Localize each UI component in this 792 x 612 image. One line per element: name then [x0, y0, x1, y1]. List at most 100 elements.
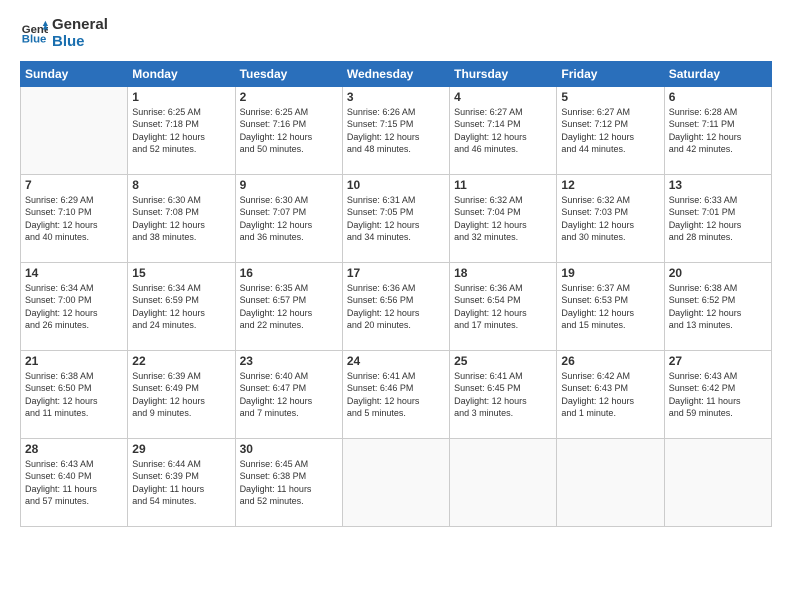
day-number: 29 — [132, 442, 230, 456]
day-info: Sunrise: 6:44 AM Sunset: 6:39 PM Dayligh… — [132, 458, 230, 508]
day-info: Sunrise: 6:29 AM Sunset: 7:10 PM Dayligh… — [25, 194, 123, 244]
calendar-cell: 14 Sunrise: 6:34 AM Sunset: 7:00 PM Dayli… — [21, 262, 128, 350]
calendar-cell: 27Sunrise: 6:43 AM Sunset: 6:42 PM Dayli… — [664, 350, 771, 438]
week-row-4: 28 Sunrise: 6:43 AM Sunset: 6:40 PM Dayli… — [21, 438, 772, 526]
calendar-cell: 23 Sunrise: 6:40 AM Sunset: 6:47 PM Dayli… — [235, 350, 342, 438]
day-info: Sunrise: 6:38 AM Sunset: 6:52 PM Dayligh… — [669, 282, 767, 332]
day-number: 21 — [25, 354, 123, 368]
day-number: 3 — [347, 90, 445, 104]
day-number: 5 — [561, 90, 659, 104]
day-info: Sunrise: 6:38 AM Sunset: 6:50 PM Dayligh… — [25, 370, 123, 420]
day-number: 25 — [454, 354, 552, 368]
day-number: 28 — [25, 442, 123, 456]
day-info: Sunrise: 6:41 AM Sunset: 6:46 PM Dayligh… — [347, 370, 445, 420]
day-info: Sunrise: 6:36 AM Sunset: 6:56 PM Dayligh… — [347, 282, 445, 332]
calendar-cell: 7Sunrise: 6:29 AM Sunset: 7:10 PM Daylig… — [21, 174, 128, 262]
day-info: Sunrise: 6:27 AM Sunset: 7:12 PM Dayligh… — [561, 106, 659, 156]
day-info: Sunrise: 6:43 AM Sunset: 6:40 PM Dayligh… — [25, 458, 123, 508]
calendar-cell: 22Sunrise: 6:39 AM Sunset: 6:49 PM Dayli… — [128, 350, 235, 438]
calendar-cell: 2 Sunrise: 6:25 AM Sunset: 7:16 PM Daylig… — [235, 86, 342, 174]
calendar-cell: 18 Sunrise: 6:36 AM Sunset: 6:54 PM Dayli… — [450, 262, 557, 350]
day-number: 23 — [240, 354, 338, 368]
day-number: 14 — [25, 266, 123, 280]
week-row-2: 14 Sunrise: 6:34 AM Sunset: 7:00 PM Dayli… — [21, 262, 772, 350]
day-number: 8 — [132, 178, 230, 192]
calendar-cell: 29 Sunrise: 6:44 AM Sunset: 6:39 PM Dayli… — [128, 438, 235, 526]
week-row-1: 7Sunrise: 6:29 AM Sunset: 7:10 PM Daylig… — [21, 174, 772, 262]
calendar-cell: 15 Sunrise: 6:34 AM Sunset: 6:59 PM Dayli… — [128, 262, 235, 350]
calendar-cell: 17 Sunrise: 6:36 AM Sunset: 6:56 PM Dayli… — [342, 262, 449, 350]
day-info: Sunrise: 6:30 AM Sunset: 7:08 PM Dayligh… — [132, 194, 230, 244]
weekday-header-friday: Friday — [557, 61, 664, 86]
day-info: Sunrise: 6:37 AM Sunset: 6:53 PM Dayligh… — [561, 282, 659, 332]
calendar-cell: 11 Sunrise: 6:32 AM Sunset: 7:04 PM Dayli… — [450, 174, 557, 262]
week-row-3: 21 Sunrise: 6:38 AM Sunset: 6:50 PM Dayli… — [21, 350, 772, 438]
calendar-cell: 13Sunrise: 6:33 AM Sunset: 7:01 PM Dayli… — [664, 174, 771, 262]
calendar-cell: 1 Sunrise: 6:25 AM Sunset: 7:18 PM Daylig… — [128, 86, 235, 174]
calendar-cell: 4 Sunrise: 6:27 AM Sunset: 7:14 PM Daylig… — [450, 86, 557, 174]
logo-general: General — [52, 16, 108, 33]
day-info: Sunrise: 6:30 AM Sunset: 7:07 PM Dayligh… — [240, 194, 338, 244]
logo-blue: Blue — [52, 33, 108, 50]
day-info: Sunrise: 6:26 AM Sunset: 7:15 PM Dayligh… — [347, 106, 445, 156]
weekday-header-tuesday: Tuesday — [235, 61, 342, 86]
calendar-cell: 25 Sunrise: 6:41 AM Sunset: 6:45 PM Dayli… — [450, 350, 557, 438]
day-info: Sunrise: 6:25 AM Sunset: 7:18 PM Dayligh… — [132, 106, 230, 156]
day-info: Sunrise: 6:43 AM Sunset: 6:42 PM Dayligh… — [669, 370, 767, 420]
day-info: Sunrise: 6:27 AM Sunset: 7:14 PM Dayligh… — [454, 106, 552, 156]
weekday-header-monday: Monday — [128, 61, 235, 86]
calendar-cell: 6 Sunrise: 6:28 AM Sunset: 7:11 PM Daylig… — [664, 86, 771, 174]
day-number: 12 — [561, 178, 659, 192]
calendar-cell — [342, 438, 449, 526]
header: General Blue General Blue — [20, 16, 772, 51]
calendar-cell: 26 Sunrise: 6:42 AM Sunset: 6:43 PM Dayli… — [557, 350, 664, 438]
day-info: Sunrise: 6:31 AM Sunset: 7:05 PM Dayligh… — [347, 194, 445, 244]
day-info: Sunrise: 6:33 AM Sunset: 7:01 PM Dayligh… — [669, 194, 767, 244]
day-number: 9 — [240, 178, 338, 192]
day-info: Sunrise: 6:28 AM Sunset: 7:11 PM Dayligh… — [669, 106, 767, 156]
calendar-cell: 8 Sunrise: 6:30 AM Sunset: 7:08 PM Daylig… — [128, 174, 235, 262]
calendar-cell: 12 Sunrise: 6:32 AM Sunset: 7:03 PM Dayli… — [557, 174, 664, 262]
day-info: Sunrise: 6:25 AM Sunset: 7:16 PM Dayligh… — [240, 106, 338, 156]
weekday-header-saturday: Saturday — [664, 61, 771, 86]
svg-text:Blue: Blue — [22, 34, 47, 46]
calendar-cell: 10 Sunrise: 6:31 AM Sunset: 7:05 PM Dayli… — [342, 174, 449, 262]
day-number: 20 — [669, 266, 767, 280]
calendar-cell: 5 Sunrise: 6:27 AM Sunset: 7:12 PM Daylig… — [557, 86, 664, 174]
calendar-cell: 28 Sunrise: 6:43 AM Sunset: 6:40 PM Dayli… — [21, 438, 128, 526]
calendar-cell: 24Sunrise: 6:41 AM Sunset: 6:46 PM Dayli… — [342, 350, 449, 438]
day-number: 18 — [454, 266, 552, 280]
calendar-cell — [664, 438, 771, 526]
day-number: 17 — [347, 266, 445, 280]
calendar-table: SundayMondayTuesdayWednesdayThursdayFrid… — [20, 61, 772, 527]
day-number: 30 — [240, 442, 338, 456]
calendar-cell — [557, 438, 664, 526]
calendar-cell: 3 Sunrise: 6:26 AM Sunset: 7:15 PM Daylig… — [342, 86, 449, 174]
day-number: 1 — [132, 90, 230, 104]
day-number: 6 — [669, 90, 767, 104]
day-number: 15 — [132, 266, 230, 280]
day-info: Sunrise: 6:32 AM Sunset: 7:04 PM Dayligh… — [454, 194, 552, 244]
day-number: 26 — [561, 354, 659, 368]
day-number: 2 — [240, 90, 338, 104]
day-info: Sunrise: 6:41 AM Sunset: 6:45 PM Dayligh… — [454, 370, 552, 420]
day-info: Sunrise: 6:32 AM Sunset: 7:03 PM Dayligh… — [561, 194, 659, 244]
day-number: 19 — [561, 266, 659, 280]
day-info: Sunrise: 6:42 AM Sunset: 6:43 PM Dayligh… — [561, 370, 659, 420]
day-number: 4 — [454, 90, 552, 104]
calendar-cell: 19 Sunrise: 6:37 AM Sunset: 6:53 PM Dayli… — [557, 262, 664, 350]
day-number: 11 — [454, 178, 552, 192]
day-number: 16 — [240, 266, 338, 280]
day-info: Sunrise: 6:34 AM Sunset: 7:00 PM Dayligh… — [25, 282, 123, 332]
logo: General Blue General Blue — [20, 16, 108, 51]
day-info: Sunrise: 6:45 AM Sunset: 6:38 PM Dayligh… — [240, 458, 338, 508]
day-number: 10 — [347, 178, 445, 192]
weekday-header-thursday: Thursday — [450, 61, 557, 86]
calendar-cell: 16Sunrise: 6:35 AM Sunset: 6:57 PM Dayli… — [235, 262, 342, 350]
calendar-cell: 9 Sunrise: 6:30 AM Sunset: 7:07 PM Daylig… — [235, 174, 342, 262]
calendar-cell — [21, 86, 128, 174]
day-info: Sunrise: 6:34 AM Sunset: 6:59 PM Dayligh… — [132, 282, 230, 332]
day-info: Sunrise: 6:36 AM Sunset: 6:54 PM Dayligh… — [454, 282, 552, 332]
day-info: Sunrise: 6:39 AM Sunset: 6:49 PM Dayligh… — [132, 370, 230, 420]
day-info: Sunrise: 6:40 AM Sunset: 6:47 PM Dayligh… — [240, 370, 338, 420]
